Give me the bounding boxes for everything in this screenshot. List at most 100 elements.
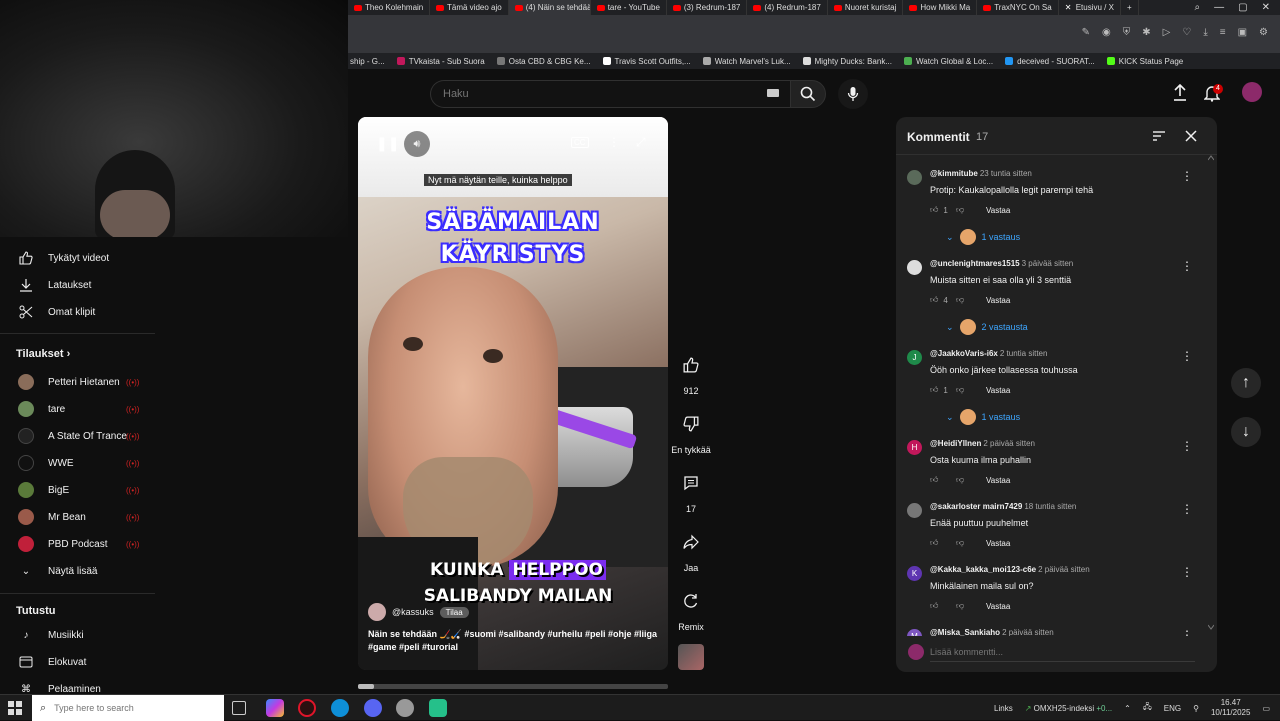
subscription-item[interactable]: BigE ((•)) [0,477,160,503]
dislike-icon[interactable]: 👎︎ [956,295,980,305]
browser-tab[interactable]: ✕ Etusivu / X [1059,0,1121,15]
sort-icon[interactable] [1152,129,1166,143]
sidebar-item-music[interactable]: ♪ Musiikki [0,622,160,648]
comment-author[interactable]: @Kakka_kakka_moi123-c6e [930,565,1036,574]
sidebar-item-my-clips[interactable]: Omat klipit [0,299,160,325]
bookmark-item[interactable]: Watch Marvel's Luk... [702,57,791,66]
new-tab-button[interactable]: + [1121,0,1139,15]
bookmark-item[interactable]: KICK Status Page [1106,57,1183,66]
comment-author[interactable]: @HeidiYllnen [930,439,981,448]
menu-icon[interactable]: ≡ [1220,27,1226,38]
browser-tab[interactable]: TraxNYC On Sa [977,0,1059,15]
taskbar-search-input[interactable] [54,703,215,713]
remix-button[interactable] [676,586,706,616]
play-icon[interactable]: ▷ [1163,27,1171,38]
comment-more-icon[interactable]: ⋮ [1181,259,1193,273]
view-replies-button[interactable]: ⌄ 1 vastaus [946,409,1020,425]
comment-like-button[interactable]: 👍︎ 1 [930,385,956,395]
like-button[interactable] [676,350,706,380]
pause-icon[interactable]: ❚❚ [376,135,399,152]
bookmark-item[interactable]: Osta CBD & CBG Ke... [496,57,591,66]
close-window-icon[interactable]: ✕ [1262,2,1270,13]
show-more-button[interactable]: ⌄ Näytä lisää [0,558,160,584]
dislike-button[interactable] [676,409,706,439]
comment-author[interactable]: @JaakkoVaris-i6x [930,349,998,358]
windows-start-icon[interactable] [8,701,22,715]
add-comment-input[interactable] [930,642,1195,662]
opera-browser-icon[interactable] [298,699,316,717]
more-options-icon[interactable]: ⋮ [608,135,620,149]
comment-like-button[interactable]: 👍︎ 1 [930,205,956,215]
fullscreen-icon[interactable]: ⤢ [636,135,646,150]
comments-button[interactable] [676,468,706,498]
sidebar-item-downloads[interactable]: Lataukset [0,272,160,298]
comment-author[interactable]: @Miska_Sankiaho [930,628,1000,636]
subscriptions-heading[interactable]: Tilaukset › [16,348,70,360]
subscription-item[interactable]: WWE ((•)) [0,450,160,476]
browser-tab[interactable]: (4) Redrum-187 [747,0,828,15]
sound-thumbnail[interactable] [678,644,704,670]
reply-button[interactable]: Vastaa [986,386,1010,395]
download-icon[interactable]: ⤓ [1203,27,1207,38]
copilot-icon[interactable] [266,699,284,717]
video-description[interactable]: Näin se tehdään 🏒🏑 #suomi #salibandy #ur… [368,628,663,654]
upload-icon[interactable] [1172,84,1188,102]
account-avatar[interactable] [1242,82,1262,102]
reply-button[interactable]: Vastaa [986,539,1010,548]
subscription-item[interactable]: tare ((•)) [0,396,160,422]
comment-avatar[interactable]: M [907,629,922,636]
bookmark-item[interactable]: Travis Scott Outfits,... [602,57,691,66]
comment-author[interactable]: @sakarloster mairn7429 [930,502,1022,511]
subscription-item[interactable]: Mr Bean ((•)) [0,504,160,530]
edit-icon[interactable]: ✎ [1082,27,1090,38]
tools-icon[interactable]: ⚙ [1259,27,1268,38]
comments-scrollbar[interactable] [1208,155,1214,630]
dislike-icon[interactable]: 👎︎ [956,205,980,215]
language-indicator[interactable]: ENG [1164,704,1181,713]
voice-search-button[interactable] [838,79,868,109]
bookmark-item[interactable]: ship - G... [350,57,385,66]
comment-avatar[interactable]: J [907,350,922,365]
bookmark-item[interactable]: Mighty Ducks: Bank... [802,57,892,66]
dislike-icon[interactable]: 👎︎ [956,385,980,395]
network-status-icon[interactable]: ⚲ [1193,704,1199,713]
app-icon[interactable] [429,699,447,717]
browser-tab-active[interactable]: (4) Näin se tehdään× [508,0,591,15]
channel-avatar[interactable] [368,603,386,621]
comment-avatar[interactable] [907,260,922,275]
subscription-item[interactable]: PBD Podcast ((•)) [0,531,160,557]
wallet-icon[interactable]: ▣ [1238,27,1247,38]
browser-tab[interactable]: Nuoret kuristaj [828,0,904,15]
links-toolbar[interactable]: Links [994,704,1013,713]
comment-like-button[interactable]: 👍︎ [930,601,956,611]
subscription-item[interactable]: A State Of Trance ((•)) [0,423,160,449]
search-tabs-icon[interactable]: ⌕ [1195,2,1201,13]
comment-like-button[interactable]: 👍︎ [930,475,956,485]
channel-name[interactable]: @kassuks [392,607,434,617]
next-video-button[interactable]: ↓ [1231,417,1261,447]
search-button[interactable] [790,80,826,108]
shield-icon[interactable]: ⛨ [1123,27,1131,38]
dislike-icon[interactable]: 👎︎ [956,475,980,485]
comment-avatar[interactable] [907,503,922,518]
heart-icon[interactable]: ♡ [1182,27,1191,38]
chevron-up-icon[interactable]: ⌃ [1124,704,1131,713]
comment-like-button[interactable]: 👍︎ 4 [930,295,956,305]
comment-author[interactable]: @unclenightmares1515 [930,259,1020,268]
view-replies-button[interactable]: ⌄ 2 vastausta [946,319,1028,335]
comment-avatar[interactable]: H [907,440,922,455]
network-icon[interactable]: 🖧︎ [1143,701,1152,715]
edge-browser-icon[interactable] [331,699,349,717]
comment-more-icon[interactable]: ⋮ [1181,628,1193,636]
bookmark-item[interactable]: Watch Global & Loc... [904,57,993,66]
comment-more-icon[interactable]: ⋮ [1181,169,1193,183]
sidebar-item-liked-videos[interactable]: Tykätyt videot [0,245,160,271]
comment-more-icon[interactable]: ⋮ [1181,439,1193,453]
comment-avatar[interactable] [907,170,922,185]
volume-button[interactable]: 🔊︎ [404,131,430,157]
captions-button[interactable]: CC [571,137,589,148]
comment-author[interactable]: @kimmitube [930,169,978,178]
discord-icon[interactable] [364,699,382,717]
maximize-icon[interactable]: ▢ [1238,2,1247,13]
reply-button[interactable]: Vastaa [986,476,1010,485]
